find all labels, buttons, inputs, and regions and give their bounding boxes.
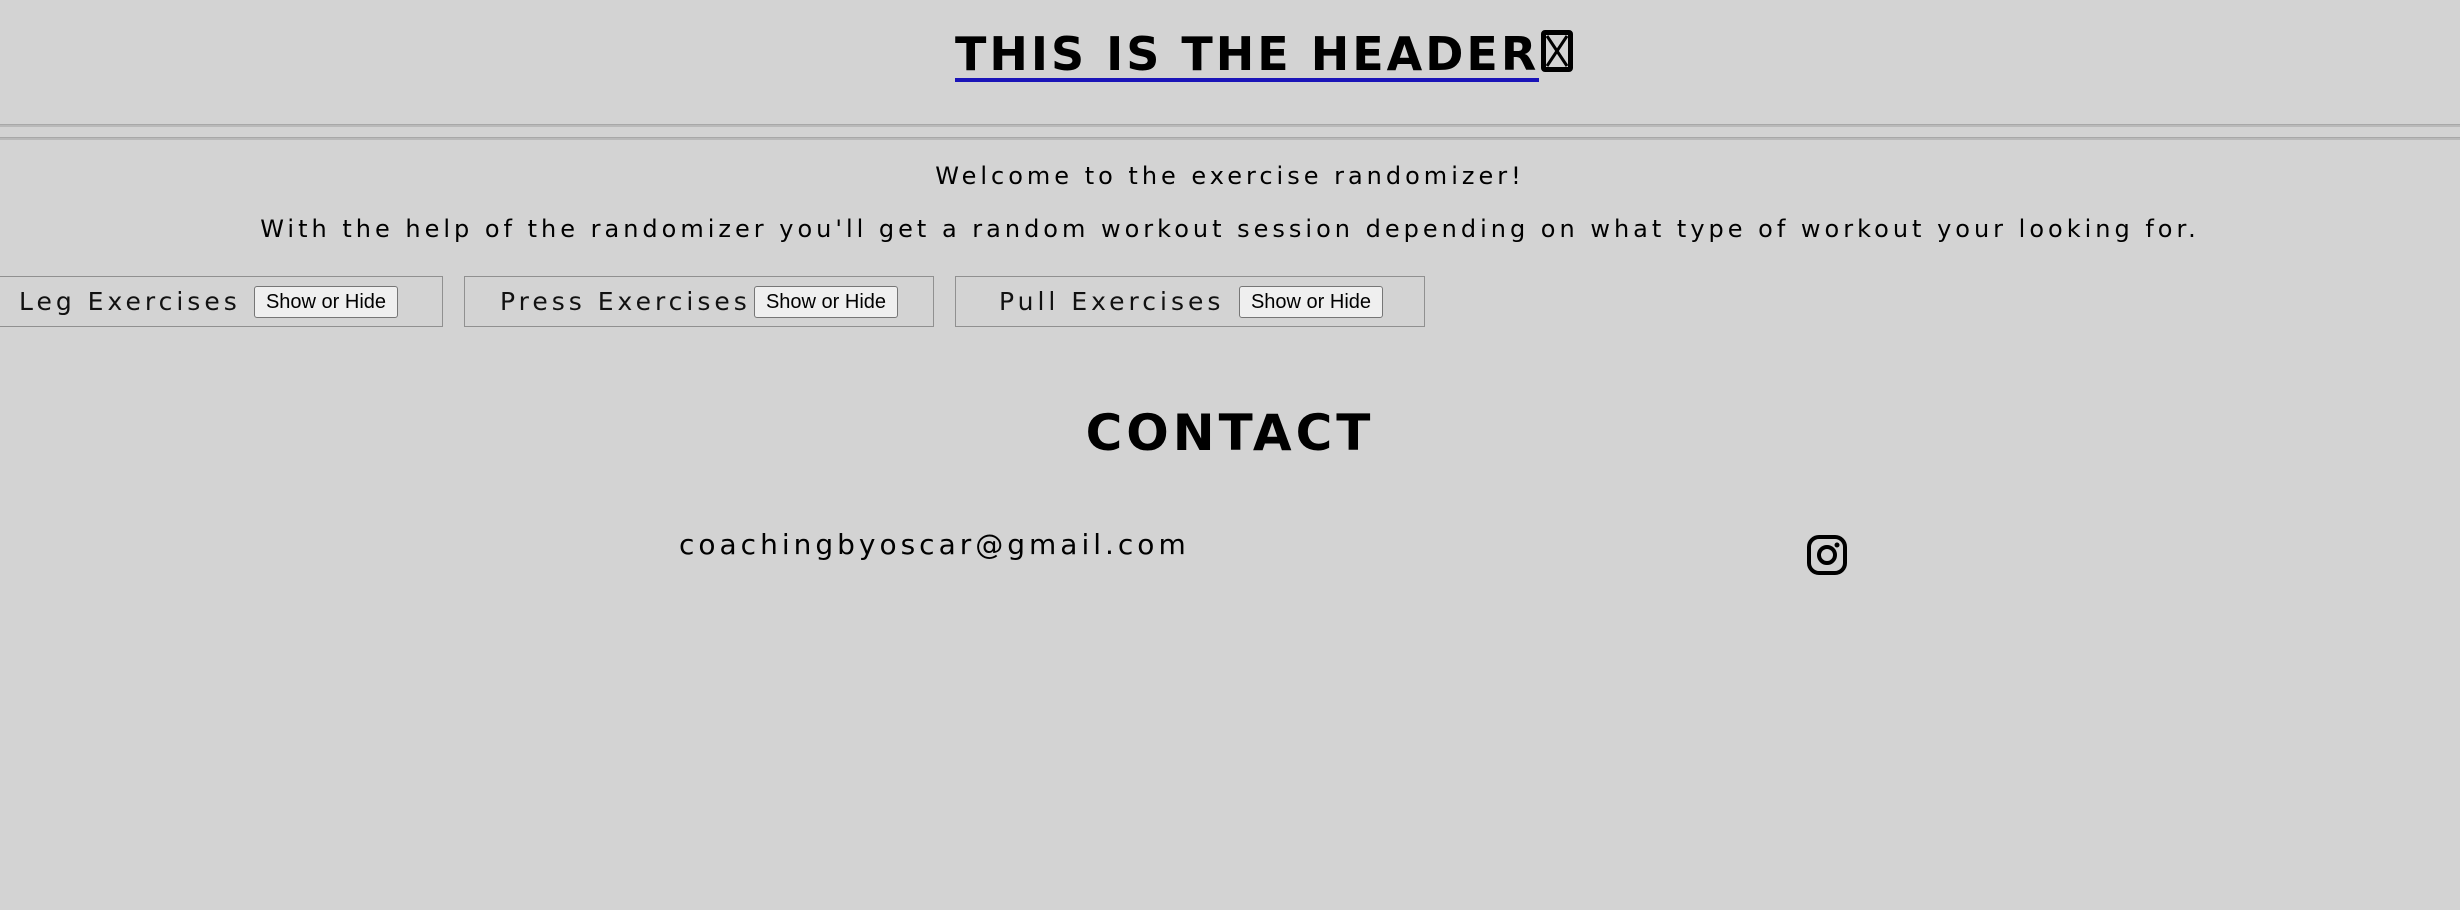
- description-text: With the help of the randomizer you'll g…: [260, 215, 2200, 243]
- leg-exercises-panel: Leg Exercises Show or Hide: [0, 276, 443, 327]
- header-divider-bottom: [0, 137, 2460, 140]
- contact-email-link[interactable]: coachingbyoscar@gmail.com: [679, 528, 1190, 561]
- press-exercises-label: Press Exercises: [500, 287, 751, 316]
- instagram-icon[interactable]: [1806, 534, 1848, 576]
- pull-exercises-label: Pull Exercises: [999, 287, 1225, 316]
- leg-exercises-label: Leg Exercises: [19, 287, 241, 316]
- pull-exercises-panel: Pull Exercises Show or Hide: [955, 276, 1425, 327]
- site-header: THIS IS THE HEADER: [0, 0, 2460, 124]
- press-show-hide-button[interactable]: Show or Hide: [754, 286, 898, 318]
- header-home-link[interactable]: THIS IS THE HEADER: [955, 26, 1574, 82]
- header-divider-top: [0, 124, 2460, 127]
- broken-glyph-icon: [1541, 30, 1574, 72]
- page: THIS IS THE HEADER Welcome to the exerci…: [0, 0, 2460, 910]
- welcome-text: Welcome to the exercise randomizer!: [935, 162, 1525, 190]
- contact-title: CONTACT: [1085, 404, 1375, 462]
- header-title: THIS IS THE HEADER: [955, 27, 1540, 82]
- press-exercises-panel: Press Exercises Show or Hide: [464, 276, 934, 327]
- pull-show-hide-button[interactable]: Show or Hide: [1239, 286, 1383, 318]
- leg-show-hide-button[interactable]: Show or Hide: [254, 286, 398, 318]
